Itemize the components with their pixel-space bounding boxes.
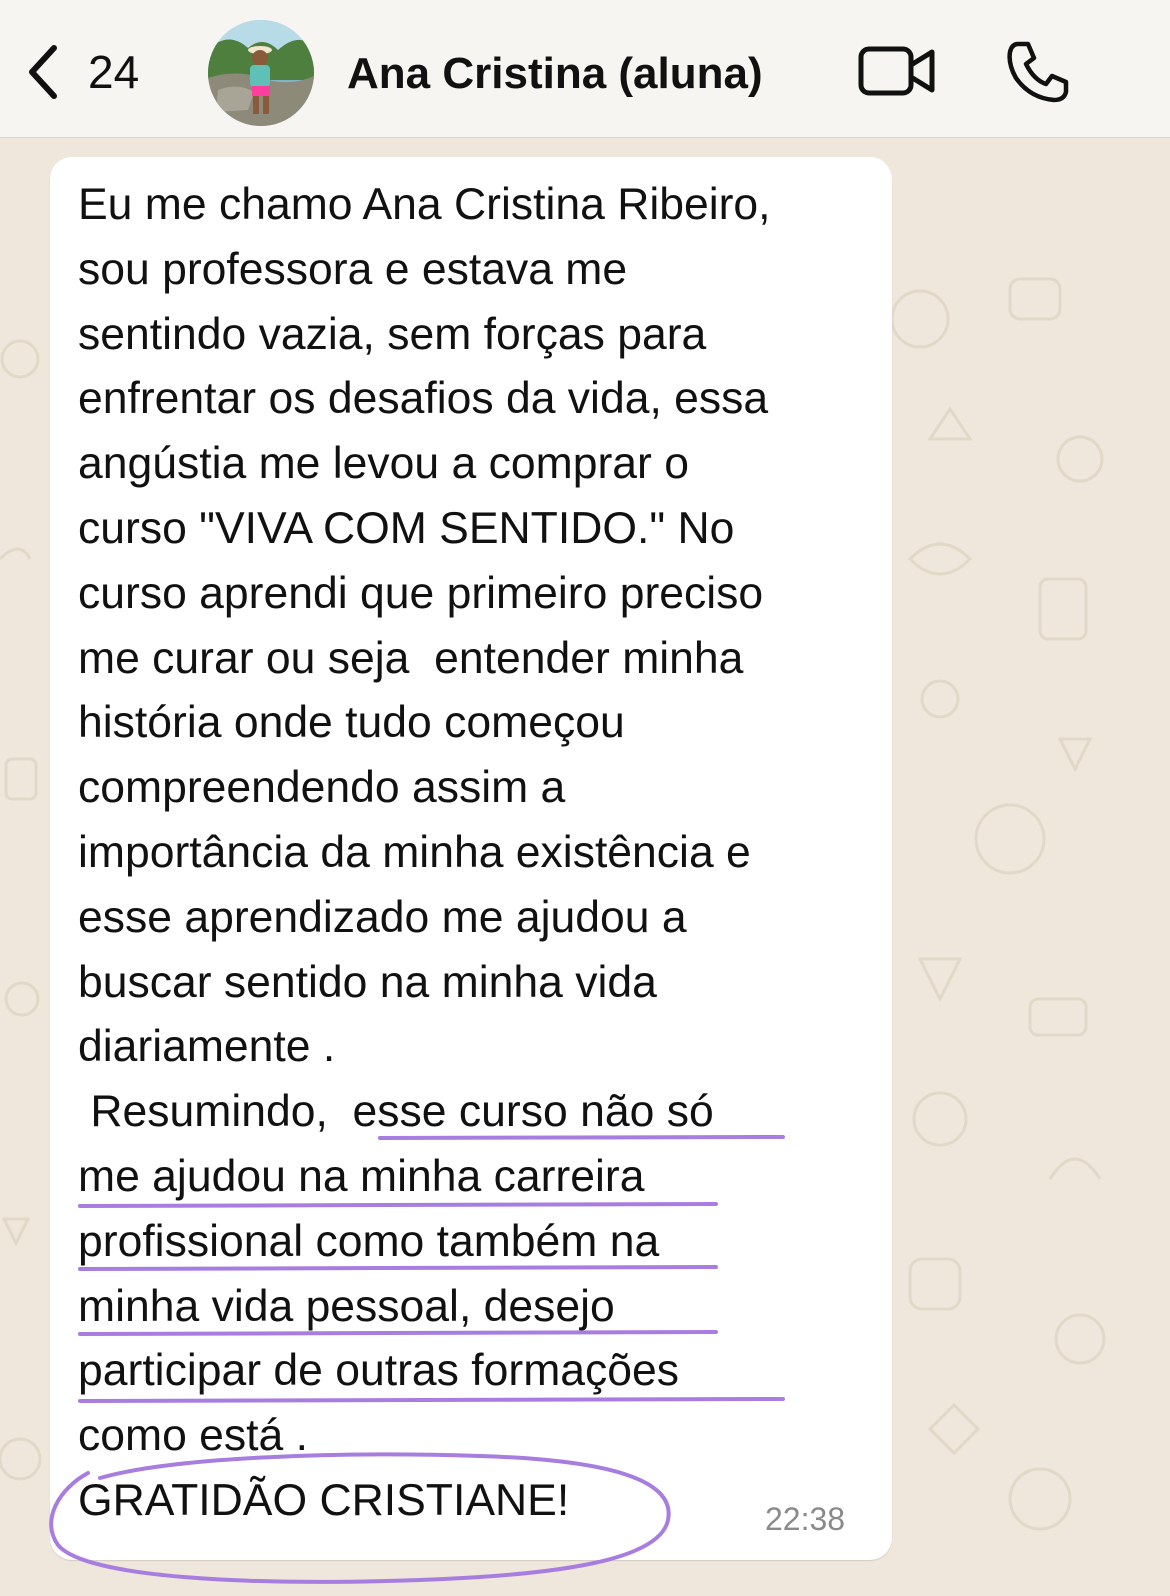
message-line: sou professora e estava me bbox=[78, 245, 628, 294]
message-line: esse aprendizado me ajudou a bbox=[78, 893, 687, 942]
video-camera-icon bbox=[858, 44, 936, 98]
message-line: curso "VIVA COM SENTIDO." No bbox=[78, 504, 735, 553]
message-line: compreendendo assim a bbox=[78, 763, 566, 812]
message-line: angústia me levou a comprar o bbox=[78, 439, 689, 488]
message-line: importância da minha existência e bbox=[78, 828, 751, 877]
message-line: me ajudou na minha carreira bbox=[78, 1152, 645, 1201]
message-line: Resumindo, esse curso não só bbox=[78, 1087, 714, 1136]
message-line: como está . bbox=[78, 1411, 309, 1460]
message-line: história onde tudo começou bbox=[78, 698, 625, 747]
message-line: minha vida pessoal, desejo bbox=[78, 1282, 615, 1331]
chevron-left-icon bbox=[22, 40, 62, 104]
unread-count: 24 bbox=[88, 46, 140, 98]
message-line: sentindo vazia, sem forças para bbox=[78, 310, 707, 359]
message-line: buscar sentido na minha vida bbox=[78, 958, 657, 1007]
back-button[interactable]: 24 bbox=[22, 40, 139, 104]
avatar[interactable] bbox=[208, 20, 314, 126]
phone-icon bbox=[1004, 38, 1070, 104]
message-line: profissional como também na bbox=[78, 1217, 660, 1266]
message-line: diariamente . bbox=[78, 1022, 336, 1071]
message-line: Eu me chamo Ana Cristina Ribeiro, bbox=[78, 180, 771, 229]
message-line: enfrentar os desafios da vida, essa bbox=[78, 374, 769, 423]
chat-header: 24 Ana Cristina (aluna) bbox=[0, 0, 1170, 138]
message-line: me curar ou seja entender minha bbox=[78, 634, 744, 683]
message-line: GRATIDÃO CRISTIANE! bbox=[78, 1476, 570, 1525]
message-timestamp: 22:38 bbox=[765, 1501, 846, 1537]
voice-call-button[interactable] bbox=[1004, 38, 1070, 104]
message-line: participar de outras formações bbox=[78, 1346, 680, 1395]
contact-name[interactable]: Ana Cristina (aluna) bbox=[347, 46, 763, 102]
video-call-button[interactable] bbox=[858, 44, 936, 98]
message-line: curso aprendi que primeiro preciso bbox=[78, 569, 764, 618]
